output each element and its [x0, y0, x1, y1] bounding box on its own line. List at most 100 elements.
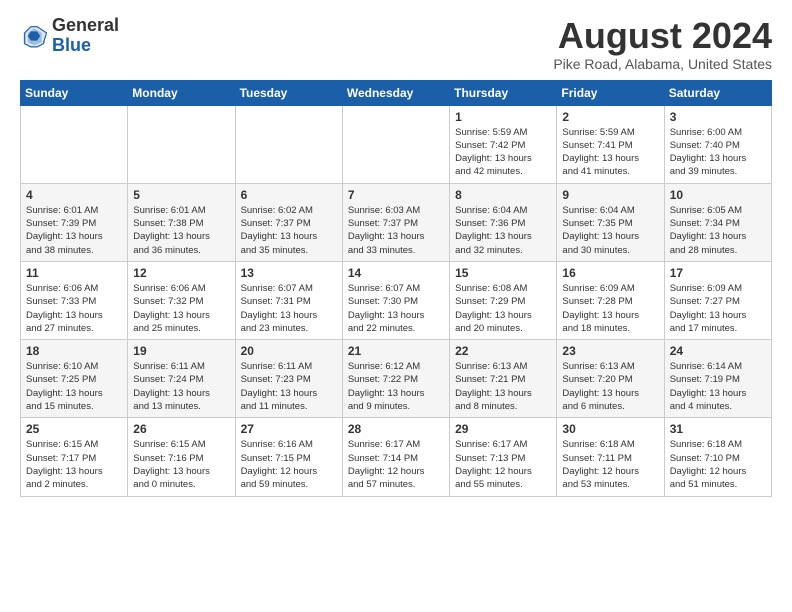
- weekday-header-saturday: Saturday: [664, 80, 771, 105]
- calendar-cell: 11Sunrise: 6:06 AM Sunset: 7:33 PM Dayli…: [21, 261, 128, 339]
- day-info: Sunrise: 6:08 AM Sunset: 7:29 PM Dayligh…: [455, 282, 551, 335]
- weekday-header-row: SundayMondayTuesdayWednesdayThursdayFrid…: [21, 80, 772, 105]
- calendar-week-row: 25 Sunrise: 6:15 AM Sunset: 7:17 PM Dayli…: [21, 418, 772, 496]
- day-number: 20: [241, 344, 337, 358]
- day-info: Sunrise: 6:00 AM Sunset: 7:40 PM Dayligh…: [670, 126, 766, 179]
- day-number: 22: [455, 344, 551, 358]
- day-number: 11: [26, 266, 122, 280]
- calendar-cell: 6 Sunrise: 6:02 AM Sunset: 7:37 PM Daylig…: [235, 183, 342, 261]
- day-number: 21: [348, 344, 444, 358]
- day-info: Sunrise: 6:18 AM Sunset: 7:10 PM Dayligh…: [670, 438, 766, 491]
- calendar-cell: 20 Sunrise: 6:11 AM Sunset: 7:23 PM Dayli…: [235, 340, 342, 418]
- day-number: 25: [26, 422, 122, 436]
- logo-general-text: General: [52, 15, 119, 35]
- weekday-header-wednesday: Wednesday: [342, 80, 449, 105]
- day-number: 1: [455, 110, 551, 124]
- location-text: Pike Road, Alabama, United States: [553, 56, 772, 72]
- day-number: 15: [455, 266, 551, 280]
- day-number: 4: [26, 188, 122, 202]
- day-info: Sunrise: 6:01 AM Sunset: 7:39 PM Dayligh…: [26, 204, 122, 257]
- day-info: Sunrise: 6:03 AM Sunset: 7:37 PM Dayligh…: [348, 204, 444, 257]
- calendar-cell: 28Sunrise: 6:17 AM Sunset: 7:14 PM Dayli…: [342, 418, 449, 496]
- calendar-cell: 5Sunrise: 6:01 AM Sunset: 7:38 PM Daylig…: [128, 183, 235, 261]
- day-number: 30: [562, 422, 658, 436]
- calendar-cell: 1 Sunrise: 5:59 AM Sunset: 7:42 PM Daylig…: [450, 105, 557, 183]
- weekday-header-sunday: Sunday: [21, 80, 128, 105]
- calendar-cell: 21 Sunrise: 6:12 AM Sunset: 7:22 PM Dayli…: [342, 340, 449, 418]
- day-number: 16: [562, 266, 658, 280]
- day-number: 7: [348, 188, 444, 202]
- day-info: Sunrise: 6:16 AM Sunset: 7:15 PM Dayligh…: [241, 438, 337, 491]
- calendar-cell: 13 Sunrise: 6:07 AM Sunset: 7:31 PM Dayli…: [235, 261, 342, 339]
- day-info: Sunrise: 6:05 AM Sunset: 7:34 PM Dayligh…: [670, 204, 766, 257]
- day-info: Sunrise: 6:07 AM Sunset: 7:31 PM Dayligh…: [241, 282, 337, 335]
- logo-icon: [20, 22, 48, 50]
- calendar-cell: 29Sunrise: 6:17 AM Sunset: 7:13 PM Dayli…: [450, 418, 557, 496]
- calendar-cell: 16 Sunrise: 6:09 AM Sunset: 7:28 PM Dayli…: [557, 261, 664, 339]
- day-number: 23: [562, 344, 658, 358]
- day-info: Sunrise: 6:09 AM Sunset: 7:27 PM Dayligh…: [670, 282, 766, 335]
- day-info: Sunrise: 6:07 AM Sunset: 7:30 PM Dayligh…: [348, 282, 444, 335]
- calendar-cell: 12 Sunrise: 6:06 AM Sunset: 7:32 PM Dayli…: [128, 261, 235, 339]
- calendar-cell: 27 Sunrise: 6:16 AM Sunset: 7:15 PM Dayli…: [235, 418, 342, 496]
- day-info: Sunrise: 6:12 AM Sunset: 7:22 PM Dayligh…: [348, 360, 444, 413]
- weekday-header-friday: Friday: [557, 80, 664, 105]
- month-title: August 2024: [553, 16, 772, 56]
- day-info: Sunrise: 5:59 AM Sunset: 7:41 PM Dayligh…: [562, 126, 658, 179]
- day-info: Sunrise: 6:10 AM Sunset: 7:25 PM Dayligh…: [26, 360, 122, 413]
- day-info: Sunrise: 6:15 AM Sunset: 7:16 PM Dayligh…: [133, 438, 229, 491]
- day-info: Sunrise: 6:13 AM Sunset: 7:20 PM Dayligh…: [562, 360, 658, 413]
- calendar-cell: 30 Sunrise: 6:18 AM Sunset: 7:11 PM Dayli…: [557, 418, 664, 496]
- calendar-week-row: 18Sunrise: 6:10 AM Sunset: 7:25 PM Dayli…: [21, 340, 772, 418]
- weekday-header-thursday: Thursday: [450, 80, 557, 105]
- day-info: Sunrise: 5:59 AM Sunset: 7:42 PM Dayligh…: [455, 126, 551, 179]
- calendar-cell: [235, 105, 342, 183]
- day-number: 6: [241, 188, 337, 202]
- calendar-cell: 24 Sunrise: 6:14 AM Sunset: 7:19 PM Dayli…: [664, 340, 771, 418]
- day-info: Sunrise: 6:15 AM Sunset: 7:17 PM Dayligh…: [26, 438, 122, 491]
- calendar-week-row: 11Sunrise: 6:06 AM Sunset: 7:33 PM Dayli…: [21, 261, 772, 339]
- calendar-cell: [342, 105, 449, 183]
- day-number: 13: [241, 266, 337, 280]
- calendar-cell: 2 Sunrise: 5:59 AM Sunset: 7:41 PM Daylig…: [557, 105, 664, 183]
- calendar-cell: 17Sunrise: 6:09 AM Sunset: 7:27 PM Dayli…: [664, 261, 771, 339]
- calendar-table: SundayMondayTuesdayWednesdayThursdayFrid…: [20, 80, 772, 497]
- day-number: 14: [348, 266, 444, 280]
- day-number: 3: [670, 110, 766, 124]
- day-info: Sunrise: 6:09 AM Sunset: 7:28 PM Dayligh…: [562, 282, 658, 335]
- calendar-cell: 26 Sunrise: 6:15 AM Sunset: 7:16 PM Dayli…: [128, 418, 235, 496]
- day-info: Sunrise: 6:04 AM Sunset: 7:35 PM Dayligh…: [562, 204, 658, 257]
- calendar-cell: 3 Sunrise: 6:00 AM Sunset: 7:40 PM Daylig…: [664, 105, 771, 183]
- day-number: 2: [562, 110, 658, 124]
- day-number: 31: [670, 422, 766, 436]
- logo: General Blue: [20, 16, 119, 56]
- calendar-cell: 14 Sunrise: 6:07 AM Sunset: 7:30 PM Dayli…: [342, 261, 449, 339]
- day-info: Sunrise: 6:11 AM Sunset: 7:23 PM Dayligh…: [241, 360, 337, 413]
- day-info: Sunrise: 6:02 AM Sunset: 7:37 PM Dayligh…: [241, 204, 337, 257]
- day-number: 29: [455, 422, 551, 436]
- weekday-header-tuesday: Tuesday: [235, 80, 342, 105]
- calendar-cell: 19 Sunrise: 6:11 AM Sunset: 7:24 PM Dayli…: [128, 340, 235, 418]
- calendar-cell: 31 Sunrise: 6:18 AM Sunset: 7:10 PM Dayli…: [664, 418, 771, 496]
- calendar-cell: 7 Sunrise: 6:03 AM Sunset: 7:37 PM Daylig…: [342, 183, 449, 261]
- calendar-week-row: 1 Sunrise: 5:59 AM Sunset: 7:42 PM Daylig…: [21, 105, 772, 183]
- day-number: 12: [133, 266, 229, 280]
- calendar-cell: 18Sunrise: 6:10 AM Sunset: 7:25 PM Dayli…: [21, 340, 128, 418]
- day-info: Sunrise: 6:18 AM Sunset: 7:11 PM Dayligh…: [562, 438, 658, 491]
- calendar-cell: 4 Sunrise: 6:01 AM Sunset: 7:39 PM Daylig…: [21, 183, 128, 261]
- day-number: 8: [455, 188, 551, 202]
- day-number: 19: [133, 344, 229, 358]
- calendar-cell: [21, 105, 128, 183]
- day-number: 28: [348, 422, 444, 436]
- day-number: 27: [241, 422, 337, 436]
- day-number: 24: [670, 344, 766, 358]
- day-info: Sunrise: 6:11 AM Sunset: 7:24 PM Dayligh…: [133, 360, 229, 413]
- day-info: Sunrise: 6:01 AM Sunset: 7:38 PM Dayligh…: [133, 204, 229, 257]
- logo-blue-text: Blue: [52, 35, 91, 55]
- calendar-cell: 8Sunrise: 6:04 AM Sunset: 7:36 PM Daylig…: [450, 183, 557, 261]
- day-number: 26: [133, 422, 229, 436]
- day-number: 10: [670, 188, 766, 202]
- day-info: Sunrise: 6:14 AM Sunset: 7:19 PM Dayligh…: [670, 360, 766, 413]
- day-info: Sunrise: 6:06 AM Sunset: 7:32 PM Dayligh…: [133, 282, 229, 335]
- title-area: August 2024 Pike Road, Alabama, United S…: [553, 16, 772, 72]
